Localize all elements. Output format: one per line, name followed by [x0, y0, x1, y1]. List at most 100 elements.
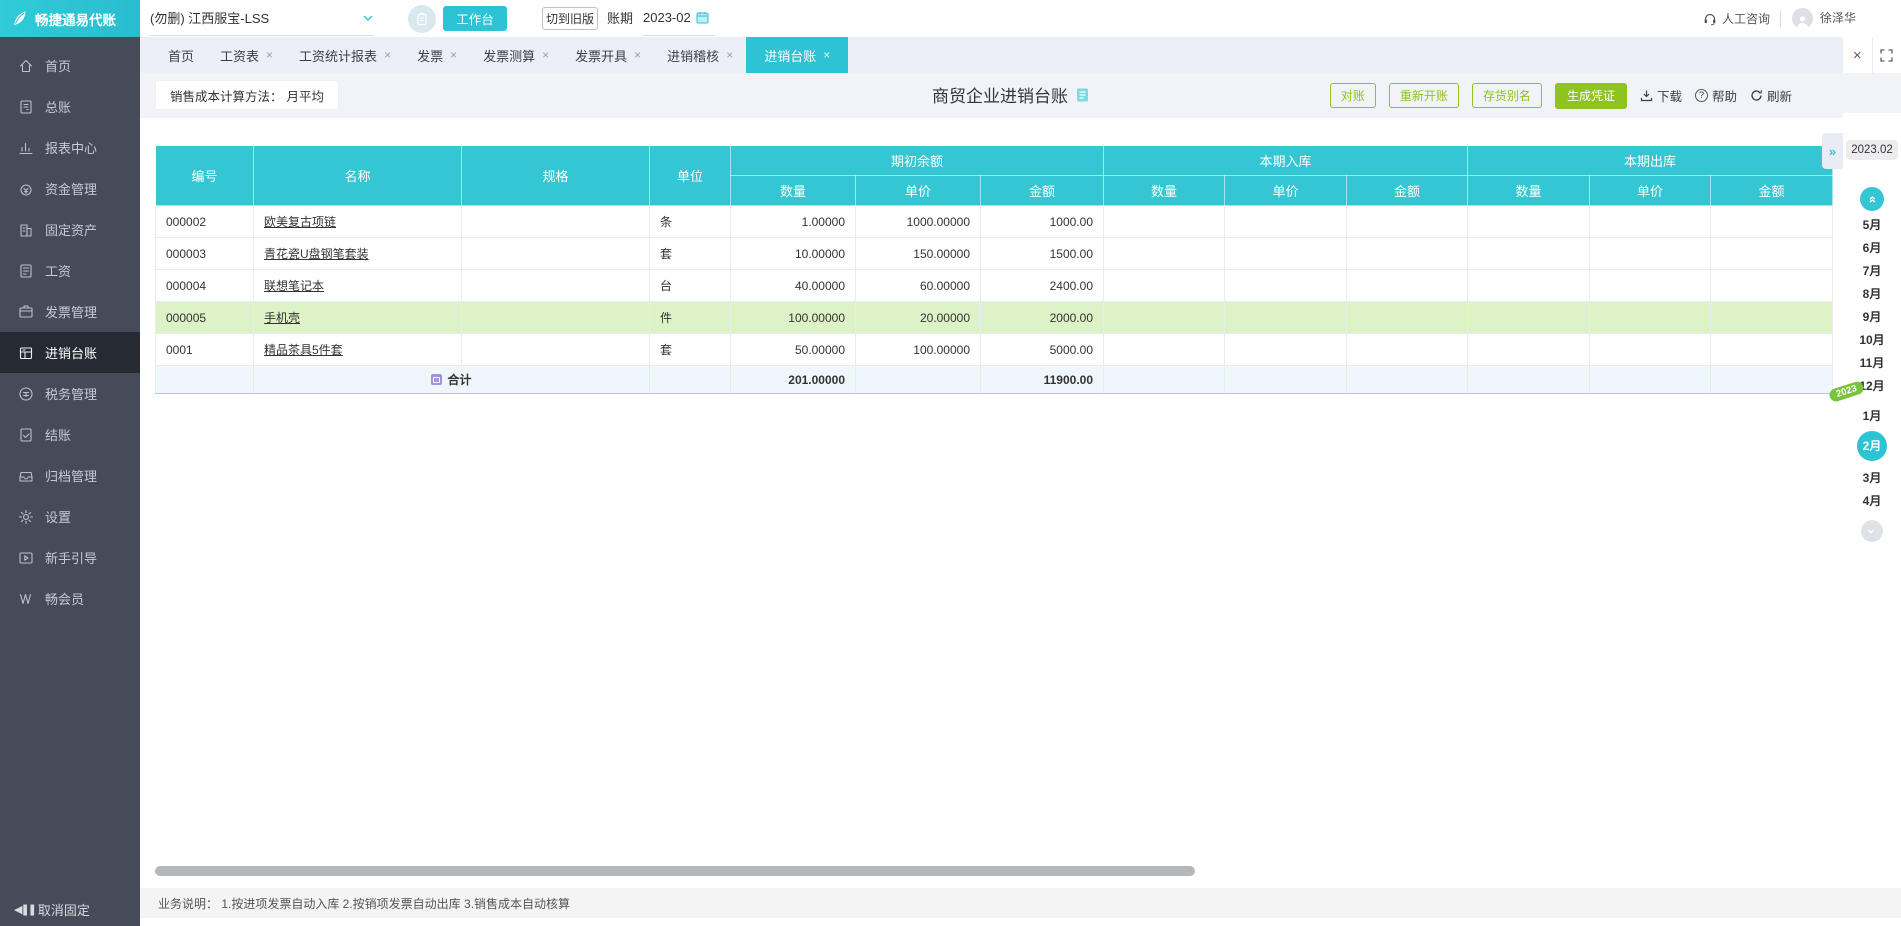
item-name-link[interactable]: 欧美复古项链: [264, 215, 336, 229]
month-11月[interactable]: 11月: [1843, 353, 1901, 374]
sub-header: 金额: [1346, 175, 1468, 206]
close-tab-icon[interactable]: ×: [726, 49, 733, 61]
cell-spec: [461, 205, 650, 238]
headset-icon: [1703, 12, 1717, 26]
user-name[interactable]: 徐泽华: [1820, 0, 1856, 37]
sub-header: 数量: [730, 175, 856, 206]
company-select[interactable]: (勿删) 江西服宝-LSS: [150, 0, 374, 36]
horizontal-scrollbar[interactable]: [155, 866, 1195, 876]
help-button[interactable]: ? 帮助: [1694, 86, 1737, 105]
sidebar-item-purchase-sale-ledger[interactable]: 进销台账: [0, 332, 140, 373]
cell-name: 手机壳: [253, 301, 462, 334]
tab-发票[interactable]: 发票 ×: [404, 37, 470, 73]
close-tabs-icon[interactable]: ×: [1843, 37, 1873, 73]
sidebar-item-guide[interactable]: 新手引导: [0, 537, 140, 578]
tab-工资表[interactable]: 工资表 ×: [207, 37, 286, 73]
cell-spec: [461, 269, 650, 302]
sidebar-item-home[interactable]: 首页: [0, 45, 140, 86]
cell-name: 青花瓷U盘钢笔套装: [253, 237, 462, 270]
sidebar-item-tax[interactable]: 税务管理: [0, 373, 140, 414]
cell-open-price: 1000.00000: [855, 205, 981, 238]
total-label: 合计: [447, 373, 472, 387]
item-name-link[interactable]: 联想笔记本: [264, 279, 324, 293]
workbench-button[interactable]: 工作台: [443, 6, 507, 31]
month-3月[interactable]: 3月: [1843, 468, 1901, 489]
tab-工资统计报表[interactable]: 工资统计报表 ×: [286, 37, 404, 73]
cell-unit: 套: [649, 333, 731, 366]
month-1月[interactable]: 1月: [1843, 406, 1901, 427]
month-7月[interactable]: 7月: [1843, 261, 1901, 282]
leaf-logo-icon: [10, 9, 29, 28]
company-name: (勿删) 江西服宝-LSS: [150, 11, 270, 26]
switch-old-version-button[interactable]: 切到旧版: [542, 7, 598, 30]
cell-name: 精品茶具5件套: [253, 333, 462, 366]
sidebar-item-fixed-assets[interactable]: 固定资产: [0, 209, 140, 250]
refresh-button[interactable]: 刷新: [1750, 86, 1792, 105]
sidebar-item-label: 资金管理: [45, 182, 98, 197]
reconcile-button[interactable]: 对账: [1329, 83, 1376, 108]
app-window: 畅捷通易代账 (勿删) 江西服宝-LSS 工作台 切到旧版 账期 2023-02…: [0, 0, 1901, 926]
cell-open-amount: 2400.00: [980, 269, 1104, 302]
month-9月[interactable]: 9月: [1843, 307, 1901, 328]
total-empty-cell: [1467, 365, 1590, 394]
month-4月[interactable]: 4月: [1843, 491, 1901, 512]
reopen-books-button[interactable]: 重新开账: [1388, 83, 1459, 108]
user-avatar[interactable]: [1792, 8, 1813, 29]
month-5月[interactable]: 5月: [1843, 215, 1901, 236]
item-name-link[interactable]: 精品茶具5件套: [264, 343, 343, 357]
refresh-icon: [1750, 89, 1763, 102]
cell-open-price: 60.00000: [855, 269, 981, 302]
sidebar-item-member[interactable]: 畅会员: [0, 578, 140, 619]
item-name-link[interactable]: 手机壳: [264, 311, 300, 325]
month-8月[interactable]: 8月: [1843, 284, 1901, 305]
cell-name: 欧美复古项链: [253, 205, 462, 238]
close-tab-icon[interactable]: ×: [450, 49, 457, 61]
fullscreen-icon[interactable]: [1873, 37, 1901, 73]
stock-alias-button[interactable]: 存货别名: [1471, 83, 1542, 108]
month-6月[interactable]: 6月: [1843, 238, 1901, 259]
period-picker[interactable]: 2023-02: [643, 0, 715, 36]
close-tab-icon[interactable]: ×: [823, 49, 830, 61]
close-tab-icon[interactable]: ×: [634, 49, 641, 61]
collapse-panel-icon[interactable]: »: [1822, 133, 1843, 169]
tab-label: 进销稽核: [667, 48, 720, 64]
scroll-months-down-icon[interactable]: ›: [1861, 520, 1883, 542]
document-icon[interactable]: [1074, 87, 1090, 103]
tab-发票开具[interactable]: 发票开具 ×: [562, 37, 654, 73]
sidebar-item-label: 新手引导: [45, 551, 98, 566]
sidebar-item-settings[interactable]: 设置: [0, 496, 140, 537]
cell-in-price: [1224, 301, 1347, 334]
sidebar-item-payroll[interactable]: 工资: [0, 250, 140, 291]
cell-in-price: [1224, 269, 1347, 302]
generate-voucher-button[interactable]: 生成凭证: [1554, 82, 1627, 109]
download-button[interactable]: 下载: [1640, 86, 1682, 105]
cell-out-amount: [1710, 205, 1833, 238]
month-10月[interactable]: 10月: [1843, 330, 1901, 351]
tab-发票测算[interactable]: 发票测算 ×: [470, 37, 562, 73]
cell-out-qty: [1467, 333, 1590, 366]
group-header: 本期出库: [1467, 145, 1833, 176]
sidebar-item-general-ledger[interactable]: 总账: [0, 86, 140, 127]
sidebar-item-invoice[interactable]: 发票管理: [0, 291, 140, 332]
sidebar-item-funds[interactable]: 资金管理: [0, 168, 140, 209]
sidebar-item-closing[interactable]: 结账: [0, 414, 140, 455]
item-name-link[interactable]: 青花瓷U盘钢笔套装: [264, 247, 369, 261]
sub-header: 单价: [1589, 175, 1711, 206]
business-note-bar: 业务说明： 1.按进项发票自动入库 2.按销项发票自动出库 3.销售成本自动核算: [140, 888, 1901, 918]
scroll-months-up-icon[interactable]: »: [1860, 187, 1884, 211]
sidebar-item-archive[interactable]: 归档管理: [0, 455, 140, 496]
tab-进销台账[interactable]: 进销台账 ×: [746, 37, 849, 73]
clipboard-icon[interactable]: [408, 5, 436, 33]
month-2月[interactable]: 2月: [1857, 431, 1887, 461]
unpin-sidebar-button[interactable]: ◀❚❚ 取消固定: [14, 900, 90, 919]
close-tab-icon[interactable]: ×: [266, 49, 273, 61]
total-label-cell: 合计: [253, 365, 650, 394]
close-tab-icon[interactable]: ×: [542, 49, 549, 61]
cell-unit: 套: [649, 237, 731, 270]
sidebar-item-report-center[interactable]: 报表中心: [0, 127, 140, 168]
live-consult-link[interactable]: 人工咨询: [1703, 0, 1770, 37]
tab-首页[interactable]: 首页: [155, 37, 207, 73]
tab-进销稽核[interactable]: 进销稽核 ×: [654, 37, 746, 73]
cost-method-box: 销售成本计算方法： 月平均: [155, 80, 340, 110]
close-tab-icon[interactable]: ×: [384, 49, 391, 61]
